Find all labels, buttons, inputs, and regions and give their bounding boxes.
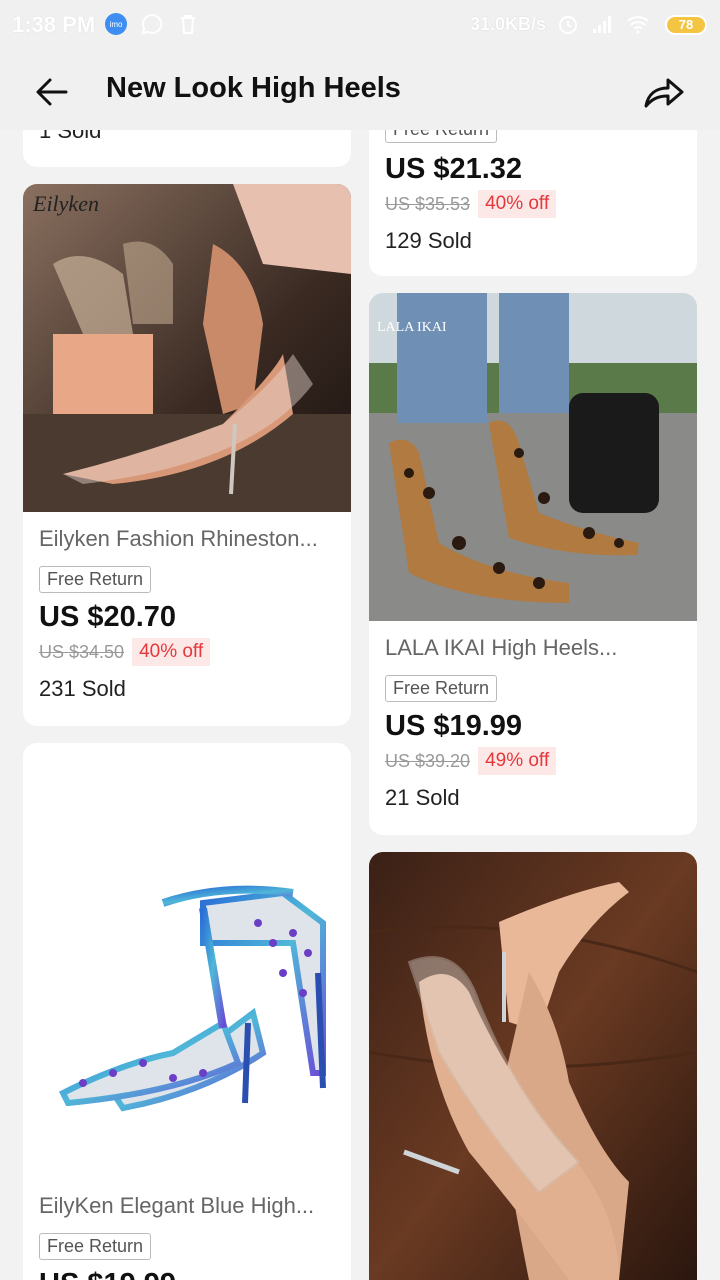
discount-badge: 40% off: [132, 638, 211, 666]
product-card-clear-heels[interactable]: [369, 852, 697, 1280]
product-card-lala-ikai[interactable]: LALA IKAI LALA IKAI High Heels... Free R…: [369, 293, 697, 835]
sold-count: 21 Sold: [385, 785, 460, 810]
brand-logo: Eilyken: [32, 191, 99, 216]
original-price: US $35.53: [385, 193, 471, 214]
back-arrow-icon[interactable]: [30, 70, 74, 114]
discount-badge: 49% off: [478, 747, 557, 775]
product-image[interactable]: [369, 852, 697, 1280]
trash-icon: [181, 15, 195, 34]
product-name: Eilyken Fashion Rhineston...: [39, 526, 318, 551]
free-return-tag: Free Return: [39, 1233, 152, 1260]
sold-count: 129 Sold: [385, 228, 472, 253]
product-price: US $21.32: [385, 153, 523, 185]
product-name: LALA IKAI High Heels...: [385, 635, 618, 660]
signal-icon: [593, 16, 611, 33]
original-price: US $34.50: [39, 641, 125, 662]
product-card-partial-right[interactable]: Free Return US $21.32 US $35.53 40% off …: [369, 110, 697, 276]
chat-icon: [141, 13, 163, 35]
free-return-tag: Free Return: [39, 566, 152, 593]
product-price: US $19.99: [39, 1268, 335, 1280]
status-time: 1:38 PM: [12, 12, 96, 37]
network-speed: 31.0KB/s: [470, 14, 547, 34]
product-card-eilyken-rhinestone[interactable]: Eilyken Eilyken Fashion Rhineston... Fre…: [23, 184, 351, 726]
screen: 1:38 PM imo 31.0KB/s 78 New Look High He…: [0, 0, 720, 1280]
product-card-eilyken-blue[interactable]: EilyKen Elegant Blue High... Free Return…: [23, 743, 351, 1280]
wifi-icon: [627, 16, 649, 34]
product-image[interactable]: [23, 743, 351, 1173]
imo-icon: imo: [105, 13, 127, 35]
app-header: New Look High Heels: [0, 50, 720, 132]
free-return-tag: Free Return: [385, 675, 498, 702]
product-image[interactable]: LALA IKAI: [369, 293, 697, 621]
alarm-icon: [559, 16, 577, 34]
brand-logo: LALA IKAI: [377, 320, 447, 335]
share-icon[interactable]: [640, 70, 688, 114]
status-bar: 1:38 PM imo 31.0KB/s 78: [0, 0, 720, 50]
original-price: US $39.20: [385, 750, 471, 771]
svg-text:imo: imo: [110, 20, 123, 29]
battery-indicator: 78: [665, 15, 707, 35]
sold-count: 231 Sold: [39, 676, 126, 701]
product-name: EilyKen Elegant Blue High...: [39, 1193, 315, 1218]
product-price: US $20.70: [39, 601, 177, 633]
discount-badge: 40% off: [478, 190, 557, 218]
product-image[interactable]: Eilyken: [23, 184, 351, 512]
page-title: New Look High Heels: [106, 72, 401, 104]
product-price: US $19.99: [385, 710, 523, 742]
